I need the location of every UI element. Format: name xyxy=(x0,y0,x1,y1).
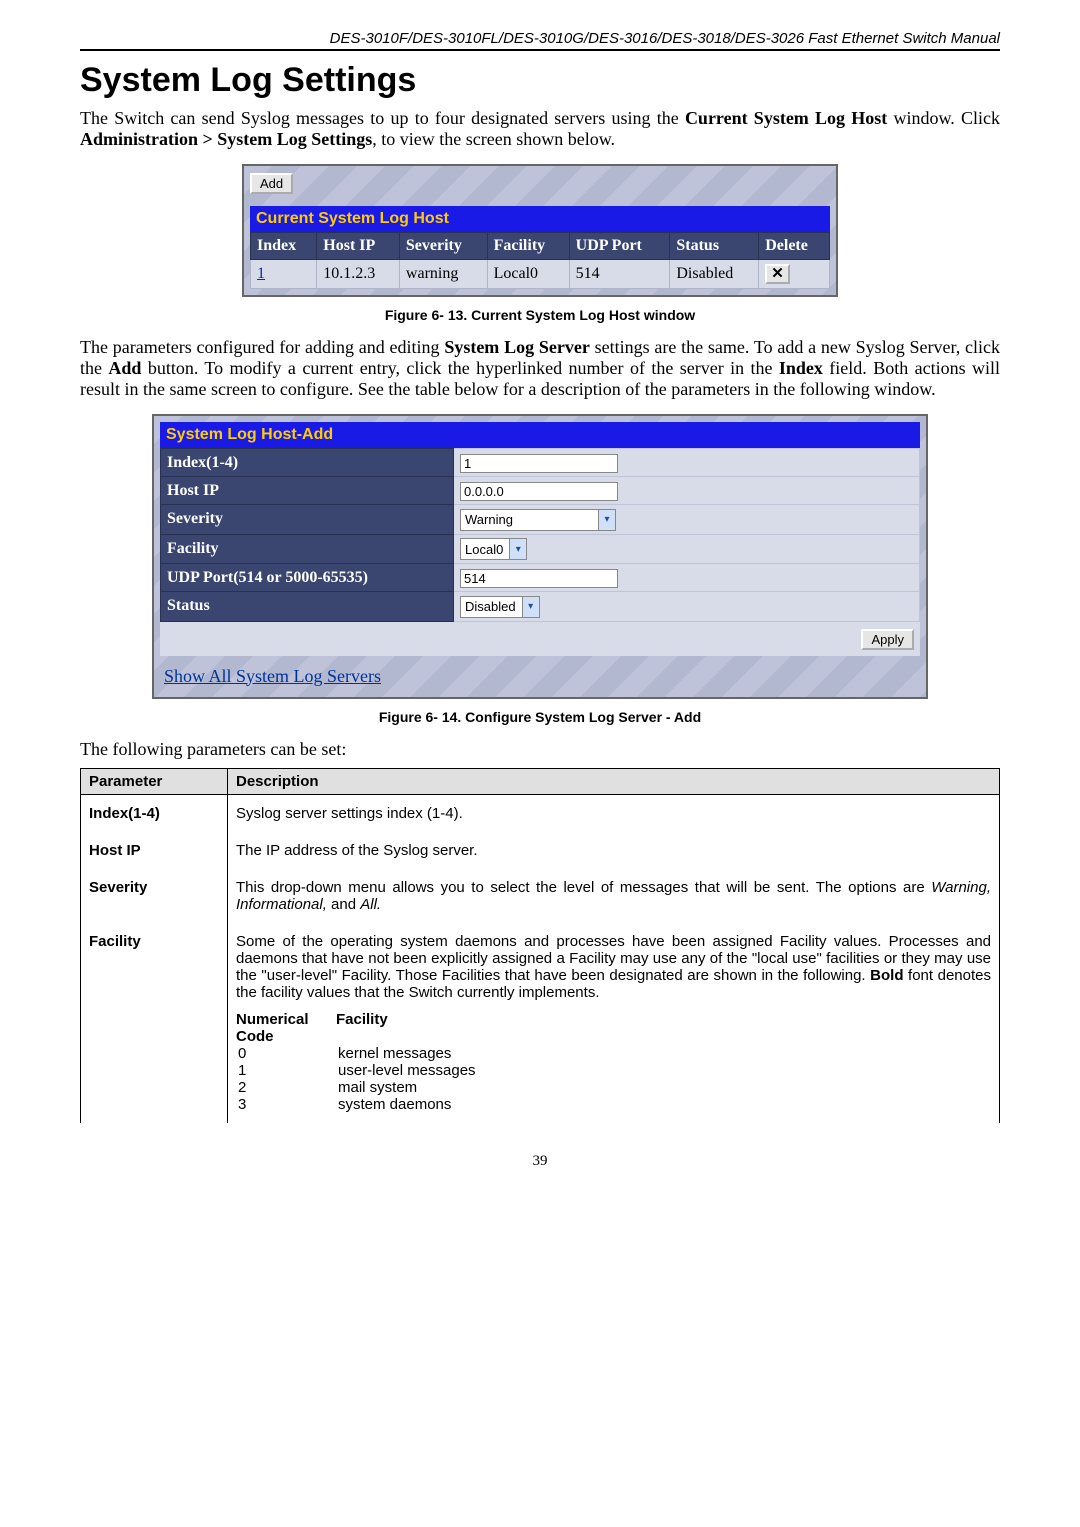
facility-select[interactable]: Local0 ▾ xyxy=(460,538,527,560)
param-header-desc: Description xyxy=(228,768,1000,794)
figure-caption-2: Figure 6- 14. Configure System Log Serve… xyxy=(80,709,1000,725)
col-delete: Delete xyxy=(759,233,830,260)
current-system-log-host-panel: Add Current System Log Host Index Host I… xyxy=(242,164,838,297)
p2-d: Add xyxy=(108,358,141,378)
p2-a: The parameters configured for adding and… xyxy=(80,337,444,357)
host-add-form: Index(1-4) Host IP Severity Warning ▾ Fa… xyxy=(160,448,920,622)
table-row: 1 10.1.2.3 warning Local0 514 Disabled ✕ xyxy=(251,260,830,289)
code-num: 1 xyxy=(236,1062,338,1079)
p2-e: button. To modify a current entry, click… xyxy=(141,358,778,378)
param-name: Facility xyxy=(81,923,228,1123)
show-all-link[interactable]: Show All System Log Servers xyxy=(160,656,385,691)
p2-b: System Log Server xyxy=(444,337,590,357)
cell-host-ip: 10.1.2.3 xyxy=(317,260,400,289)
status-value: Disabled xyxy=(465,599,522,614)
intro-text-1: The Switch can send Syslog messages to u… xyxy=(80,108,685,128)
paragraph-2: The parameters configured for adding and… xyxy=(80,337,1000,400)
chevron-down-icon: ▾ xyxy=(522,597,539,617)
cell-udp-port: 514 xyxy=(569,260,670,289)
index-link[interactable]: 1 xyxy=(257,265,265,282)
add-button[interactable]: Add xyxy=(250,173,293,194)
cell-facility: Local0 xyxy=(487,260,569,289)
col-index: Index xyxy=(251,233,317,260)
severity-value: Warning xyxy=(465,512,519,527)
severity-desc-text: This drop-down menu allows you to select… xyxy=(236,879,931,896)
page-title: System Log Settings xyxy=(80,61,1000,100)
delete-icon[interactable]: ✕ xyxy=(765,264,790,284)
numerical-code-header: Numerical Code xyxy=(236,1011,336,1045)
label-udp-port: UDP Port(514 or 5000-65535) xyxy=(161,564,454,592)
col-severity: Severity xyxy=(399,233,487,260)
chevron-down-icon: ▾ xyxy=(509,539,526,559)
intro-text-2: window. Click xyxy=(887,108,1000,128)
intro-text-3: , to view the screen shown below. xyxy=(372,129,615,149)
severity-desc-italic2: All. xyxy=(360,896,381,913)
apply-button[interactable]: Apply xyxy=(861,629,914,650)
intro-bold-1: Current System Log Host xyxy=(685,108,887,128)
facility-header: Facility xyxy=(336,1011,388,1045)
param-desc: Some of the operating system daemons and… xyxy=(228,923,1000,1123)
cell-status: Disabled xyxy=(670,260,759,289)
facility-code-list: 0kernel messages 1user-level messages 2m… xyxy=(236,1045,991,1113)
label-index: Index(1-4) xyxy=(161,449,454,477)
param-desc: This drop-down menu allows you to select… xyxy=(228,869,1000,923)
col-udp-port: UDP Port xyxy=(569,233,670,260)
current-system-log-host-header: Current System Log Host xyxy=(250,206,830,232)
figure-caption-1: Figure 6- 13. Current System Log Host wi… xyxy=(80,307,1000,323)
facility-value: Local0 xyxy=(465,542,509,557)
apply-row: Apply xyxy=(160,622,920,656)
col-host-ip: Host IP xyxy=(317,233,400,260)
param-name: Severity xyxy=(81,869,228,923)
code-num: 3 xyxy=(236,1096,338,1113)
code-facility: mail system xyxy=(338,1079,417,1096)
param-name: Index(1-4) xyxy=(81,794,228,832)
severity-desc-after: and xyxy=(327,896,360,913)
udp-port-input[interactable] xyxy=(460,569,618,588)
label-severity: Severity xyxy=(161,505,454,535)
param-desc: Syslog server settings index (1-4). xyxy=(228,794,1000,832)
code-facility: user-level messages xyxy=(338,1062,476,1079)
code-num: 0 xyxy=(236,1045,338,1062)
severity-select[interactable]: Warning ▾ xyxy=(460,509,616,531)
param-name: Host IP xyxy=(81,832,228,869)
cell-severity: warning xyxy=(399,260,487,289)
page-number: 39 xyxy=(80,1153,1000,1170)
param-header-name: Parameter xyxy=(81,768,228,794)
manual-header: DES-3010F/DES-3010FL/DES-3010G/DES-3016/… xyxy=(80,30,1000,51)
col-facility: Facility xyxy=(487,233,569,260)
intro-bold-2: Administration > System Log Settings xyxy=(80,129,372,149)
system-log-host-add-header: System Log Host-Add xyxy=(160,422,920,448)
index-input[interactable] xyxy=(460,454,618,473)
p2-f: Index xyxy=(779,358,823,378)
col-status: Status xyxy=(670,233,759,260)
paragraph-3: The following parameters can be set: xyxy=(80,739,1000,760)
label-facility: Facility xyxy=(161,534,454,564)
label-status: Status xyxy=(161,592,454,622)
intro-paragraph: The Switch can send Syslog messages to u… xyxy=(80,108,1000,150)
status-select[interactable]: Disabled ▾ xyxy=(460,596,540,618)
syslog-host-table: Index Host IP Severity Facility UDP Port… xyxy=(250,232,830,289)
code-num: 2 xyxy=(236,1079,338,1096)
label-host-ip: Host IP xyxy=(161,477,454,505)
code-facility: system daemons xyxy=(338,1096,451,1113)
chevron-down-icon: ▾ xyxy=(598,510,615,530)
host-ip-input[interactable] xyxy=(460,482,618,501)
parameter-table: Parameter Description Index(1-4) Syslog … xyxy=(80,768,1000,1123)
system-log-host-add-panel: System Log Host-Add Index(1-4) Host IP S… xyxy=(152,414,928,699)
param-desc: The IP address of the Syslog server. xyxy=(228,832,1000,869)
facility-desc-bold: Bold xyxy=(870,967,903,984)
code-facility: kernel messages xyxy=(338,1045,451,1062)
